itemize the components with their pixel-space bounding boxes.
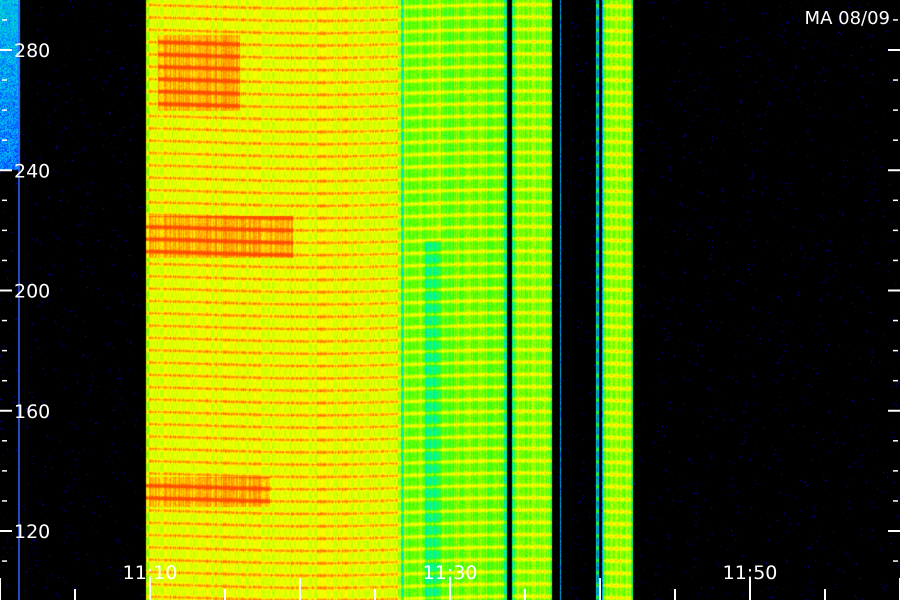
chart-title: MA 08/09 — [805, 8, 890, 29]
x-tick-label: 11:30 — [423, 562, 478, 584]
y-tick-label: 200 — [14, 281, 50, 303]
x-tick-label: 11:10 — [123, 562, 178, 584]
y-tick-label: 120 — [14, 521, 50, 543]
y-tick-label: 240 — [14, 160, 50, 182]
chart-overlay: MA 08/09 280 240 200 160 120 11:10 11:30 11:50 — [0, 0, 900, 600]
x-tick-label: 11:50 — [723, 562, 778, 584]
spectrogram-chart: MA 08/09 280 240 200 160 120 11:10 11:30 11:50 — [0, 0, 900, 600]
x-axis-ticks: 11:10 11:30 11:50 — [0, 562, 900, 600]
y-tick-label: 280 — [14, 40, 50, 62]
y-axis-ticks: 280 240 200 160 120 — [0, 0, 900, 600]
y-tick-label: 160 — [14, 401, 50, 423]
